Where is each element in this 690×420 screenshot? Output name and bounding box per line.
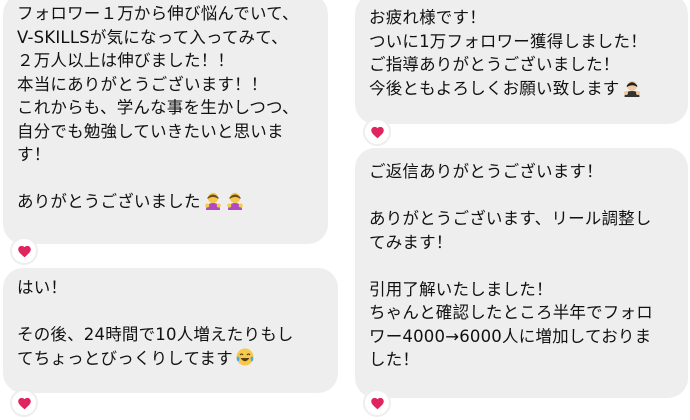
message-line: ちゃんと確認したところ半年でフォロ [369,303,653,322]
message-line: ありがとうございました [17,192,201,211]
message-line: ご返信ありがとうございます！ [369,162,603,181]
message-line: ご指導ありがとうございました！ [369,55,620,74]
message-line: てみます！ [369,232,453,252]
heart-icon [370,126,384,138]
message-line: 今後ともよろしくお願い致します [369,78,620,98]
message-line: ついに1万フォロワー獲得しました！ [369,31,647,51]
message-line: ありがとうございます、リール調整し [369,209,652,228]
message-line: した！ [369,350,420,369]
message-line: てちょっとびっくりしてます [17,348,233,368]
heart-reaction[interactable] [363,389,391,417]
message-line-with-emoji: ありがとうございました [17,190,314,214]
message-bubble: はい！ その後、24時間で10人増えたりもし てちょっとびっくりしてます [3,268,338,393]
heart-icon [370,397,384,409]
bowing-woman-icon [203,190,223,210]
message-line: ２万人以上は伸びました！！ [17,51,235,70]
message-line: これからも、学んな事を生かしつつ、 [17,98,299,117]
bowing-woman-icon [225,190,245,210]
heart-icon [17,397,31,409]
message-line: ワー4000→6000人に増加しておりま [369,326,652,346]
message-line: す！ [17,145,51,164]
message-bubble: ご返信ありがとうございます！ ありがとうございます、リール調整し てみます！ 引… [355,148,688,398]
bowing-man-icon [622,77,642,97]
heart-reaction[interactable] [10,237,38,265]
heart-reaction[interactable] [10,389,38,417]
heart-reaction[interactable] [363,118,391,146]
message-line-with-emoji: 今後ともよろしくお願い致します [369,77,674,101]
message-line: 本当にありがとうございます！！ [17,74,268,94]
heart-icon [17,245,31,257]
tears-of-joy-icon [235,347,255,367]
message-line: V-SKILLSが気になって入ってみて、 [17,27,288,47]
message-line: お疲れ様です！ [369,8,486,27]
message-line-with-emoji: てちょっとびっくりしてます [17,347,324,371]
message-line: 引用了解いたしました！ [369,279,553,299]
message-bubble: フォロワー１万から伸び悩んでいて、 V-SKILLSが気になって入ってみて、 ２… [3,0,328,244]
message-line: はい！ [17,278,68,297]
message-line: フォロワー１万から伸び悩んでいて、 [17,4,299,23]
message-line: 自分でも勉強していきたいと思いま [17,121,284,141]
message-line: その後、24時間で10人増えたりもし [17,325,294,344]
message-bubble: お疲れ様です！ ついに1万フォロワー獲得しました！ ご指導ありがとうございました… [355,0,688,124]
